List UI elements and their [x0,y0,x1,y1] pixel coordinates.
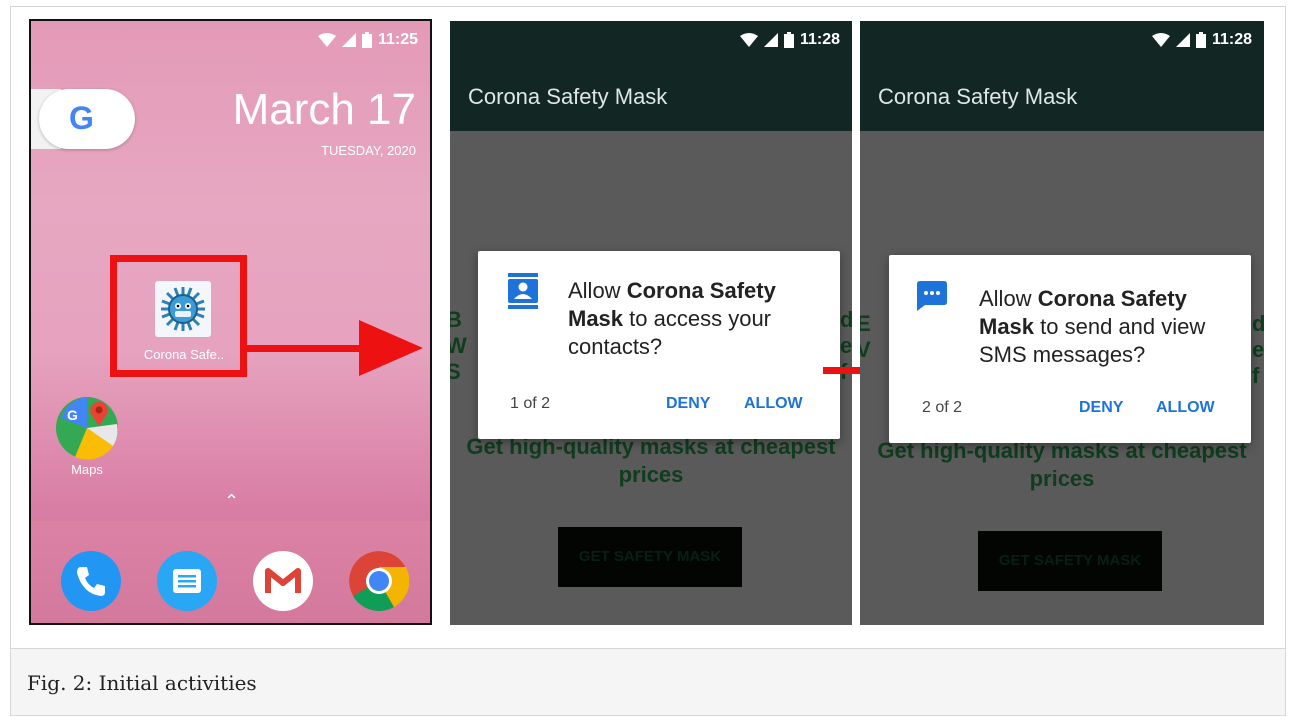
chrome-logo-icon [349,551,410,612]
status-time: 11:25 [377,31,418,48]
google-g-icon: G [69,100,94,136]
svg-text:G: G [67,407,78,423]
day-year-label: TUESDAY, 2020 [321,143,416,158]
figure-body: 11:25 G March 17 TUESDAY, 2020 Corona Sa… [11,7,1285,647]
dialog-prefix: Allow [568,278,627,303]
status-bar: 11:28 [860,21,1264,59]
wifi-icon [739,33,758,47]
arrow-1-head [359,320,423,376]
corona-app-label: Corona Safe.. [143,347,225,362]
status-time: 11:28 [799,31,840,48]
wifi-icon [317,33,336,47]
figure: 11:25 G March 17 TUESDAY, 2020 Corona Sa… [10,6,1286,716]
status-bar: 11:25 [31,21,430,59]
wifi-icon [1151,33,1170,47]
messages-icon[interactable] [157,551,217,611]
figure-caption: Fig. 2: Initial activities [27,671,257,695]
status-bar: 11:28 [450,21,852,59]
dialog-message: Allow Corona Safety Mask to send and vie… [979,285,1241,369]
caption-bar: Fig. 2: Initial activities [11,648,1285,715]
dialog-prefix: Allow [979,286,1038,311]
maps-app-icon[interactable]: G [55,396,119,460]
dialog-counter: 1 of 2 [510,395,551,412]
gmail-m-icon [265,568,301,593]
obscured-text-left: EV [860,311,871,362]
promo-text: Get high-quality masks at cheapest price… [877,438,1247,491]
arrow-1-shaft [247,345,367,352]
deny-button[interactable]: DENY [666,395,710,413]
contacts-permission-screen: 11:28 Corona Safety Mask BWS def Get hig… [450,21,852,625]
allow-button[interactable]: ALLOW [744,395,803,413]
obscured-text-right: def [1252,311,1264,388]
message-lines-icon [173,569,201,593]
app-title: Corona Safety Mask [878,84,1078,109]
maps-icon: G [56,397,118,460]
signal-icon [341,33,356,47]
contacts-icon [508,273,538,309]
app-bar: Corona Safety Mask [860,59,1264,131]
get-safety-mask-button[interactable]: GET SAFETY MASK [558,527,742,587]
phone-icon[interactable] [61,551,121,611]
status-time: 11:28 [1211,31,1252,48]
app-title: Corona Safety Mask [468,84,668,109]
signal-icon [763,33,778,47]
battery-icon [783,32,794,48]
battery-icon [361,32,372,48]
signal-icon [1175,33,1190,47]
app-drawer-chevron-up-icon[interactable]: ⌃ [224,491,239,512]
dialog-counter: 2 of 2 [922,399,963,416]
google-search-widget[interactable]: G [39,89,135,149]
sms-bubble-icon [917,281,947,311]
deny-button[interactable]: DENY [1079,399,1123,417]
corona-safety-mask-app-icon[interactable] [155,281,211,337]
app-bar: Corona Safety Mask [450,59,852,131]
phone-handset-icon [77,567,105,596]
maps-label: Maps [71,462,103,477]
virus-icon [161,287,205,331]
promo-text: Get high-quality masks at cheapest price… [466,434,836,487]
date-widget[interactable]: March 17 [233,85,416,135]
chrome-icon[interactable] [349,551,410,612]
permission-dialog: Allow Corona Safety Mask to access your … [478,251,840,439]
battery-icon [1195,32,1206,48]
sms-permission-screen: 11:28 Corona Safety Mask EV def Get high… [860,21,1264,625]
dialog-message: Allow Corona Safety Mask to access your … [568,277,818,361]
obscured-text-left: BWS [450,307,467,384]
get-safety-mask-button[interactable]: GET SAFETY MASK [978,531,1162,591]
allow-button[interactable]: ALLOW [1156,399,1215,417]
gmail-icon[interactable] [253,551,313,611]
permission-dialog: Allow Corona Safety Mask to send and vie… [889,255,1251,443]
